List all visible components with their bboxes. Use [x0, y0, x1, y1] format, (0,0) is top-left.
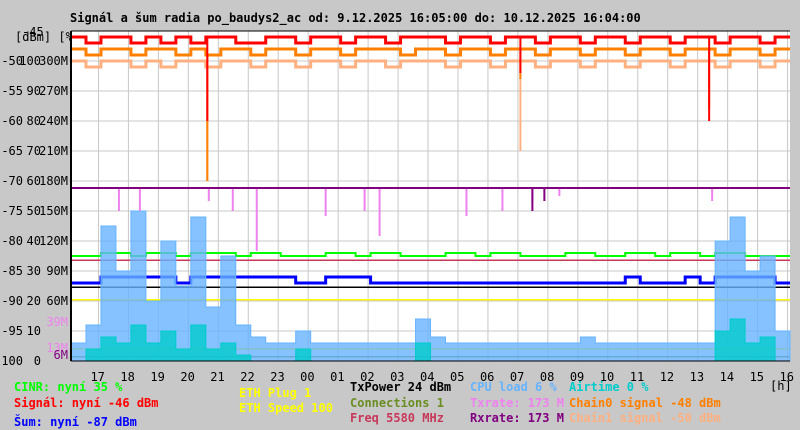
legend-rxrate: Rxrate: 173 M — [470, 411, 564, 425]
y-tick-pct: 100 — [19, 54, 41, 68]
x-tick-label: 19 — [150, 370, 165, 384]
legend-chain0: Chain0 signal -48 dBm — [569, 396, 721, 410]
legend-cinr: CINR: nyní 35 % — [14, 380, 123, 394]
x-tick-label: 15 — [749, 370, 765, 384]
x-tick-label: 13 — [689, 370, 705, 384]
y-tick-dbm: -75 — [1, 204, 23, 218]
y-tick-pct: 0 — [33, 354, 41, 368]
y-tick-dbm: -80 — [1, 234, 23, 248]
y-tick-dbm: -85 — [1, 264, 23, 278]
y-tick-dbm: -60 — [1, 114, 23, 128]
y-tick-dbm: -70 — [1, 174, 23, 188]
legend-eth-plug: ETH Plug 1 — [239, 386, 312, 400]
y-tick-rate: 270M — [39, 84, 68, 98]
y-tick-pct: 20 — [26, 294, 41, 308]
legend-noise: Šum: nyní -87 dBm — [14, 415, 137, 429]
legend-chain1: Chain1 signal -50 dBm — [569, 411, 721, 425]
legend-airtime: Airtime 0 % — [569, 380, 649, 394]
legend-cpu-load: CPU load 6 % — [470, 380, 557, 394]
y-tick-rate: 60M — [46, 294, 68, 308]
y-tick-rate: 120M — [39, 234, 68, 248]
y-tick-dbm: -65 — [1, 144, 23, 158]
legend-txrate: Txrate: 173 M — [470, 396, 564, 410]
y-tick-rate: 210M — [39, 144, 68, 158]
x-tick-label: 01 — [330, 370, 345, 384]
y-tick-pct: 30 — [26, 264, 41, 278]
y-tick-rate: 90M — [46, 264, 68, 278]
y-tick-pct: 10 — [26, 324, 41, 338]
legend-connections: Connections 1 — [350, 396, 444, 410]
legend-signal: Signál: nyní -46 dBm — [14, 396, 159, 410]
x-tick-label: 22 — [240, 370, 255, 384]
y-tick-rate-extra: 6M — [53, 348, 68, 362]
legend-eth-speed: ETH Speed 100 — [239, 401, 333, 415]
x-tick-label: 14 — [719, 370, 735, 384]
y-tick-rate: 180M — [39, 174, 68, 188]
y-tick-dbm: -55 — [1, 84, 23, 98]
legend-txpower: TxPower 24 dBm — [350, 380, 452, 394]
y-tick-rate: 300M — [39, 54, 68, 68]
y-tick-dbm: -95 — [1, 324, 23, 338]
legend-freq: Freq 5580 MHz — [350, 411, 444, 425]
x-tick-label: 00 — [300, 370, 315, 384]
x-tick-label: 21 — [210, 370, 225, 384]
y-tick-dbm: -90 — [1, 294, 23, 308]
x-tick-label: 12 — [659, 370, 675, 384]
x-tick-label: 16 — [779, 370, 794, 384]
x-tick-label: 05 — [449, 370, 465, 384]
x-tick-label: 20 — [180, 370, 195, 384]
y-tick-rate-extra: 39M — [46, 315, 68, 329]
x-tick-label: 23 — [270, 370, 285, 384]
x-tick-label: 18 — [120, 370, 135, 384]
y-tick-dbm: -100 — [0, 354, 23, 368]
y-tick-rate: 240M — [39, 114, 68, 128]
y-tick-rate: 150M — [39, 204, 68, 218]
chart-canvas — [70, 30, 791, 362]
